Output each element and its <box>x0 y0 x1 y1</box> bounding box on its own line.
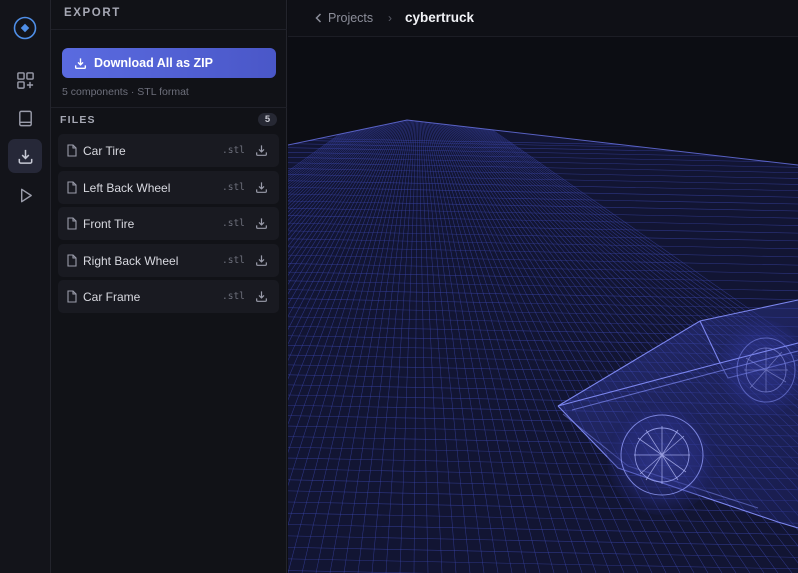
components-icon[interactable] <box>8 63 42 97</box>
download-all-label: Download All as ZIP <box>94 56 213 70</box>
breadcrumb: Projects › cybertruck <box>288 0 798 37</box>
file-name: Car Frame <box>83 290 141 304</box>
file-extension: .stl <box>222 145 245 156</box>
panel-title: EXPORT <box>64 7 121 19</box>
breadcrumb-current: cybertruck <box>405 10 475 25</box>
download-icon[interactable] <box>255 290 268 303</box>
export-icon[interactable] <box>8 139 42 173</box>
file-name: Right Back Wheel <box>83 253 179 268</box>
files-count-badge: 5 <box>258 113 277 126</box>
divider <box>51 29 287 30</box>
front-wheel <box>607 401 717 515</box>
file-icon <box>67 144 77 157</box>
download-icon[interactable] <box>255 181 268 194</box>
download-icon[interactable] <box>255 144 268 157</box>
file-name: Left Back Wheel <box>83 180 171 195</box>
logo-icon[interactable] <box>13 16 37 40</box>
app-window: EXPORT Download All as ZIP 5 components … <box>0 0 798 573</box>
file-icon <box>67 217 77 230</box>
file-extension: .stl <box>222 291 245 302</box>
file-row[interactable]: Car Tire .stl <box>58 134 279 167</box>
export-panel: EXPORT Download All as ZIP 5 components … <box>51 0 287 573</box>
file-icon <box>67 180 77 194</box>
docs-icon[interactable] <box>8 101 42 135</box>
download-all-button[interactable]: Download All as ZIP <box>62 48 276 78</box>
export-summary: 5 components · STL format <box>62 86 189 98</box>
download-icon[interactable] <box>255 254 268 267</box>
download-icon[interactable] <box>255 217 268 230</box>
file-row[interactable]: Car Frame .stl <box>58 280 279 313</box>
file-icon <box>67 290 77 303</box>
file-name: Front Tire <box>83 217 135 231</box>
file-list: Car Tire .stl Left Back Wheel .stl Front… <box>58 134 279 317</box>
file-row[interactable]: Right Back Wheel .stl <box>58 243 279 277</box>
divider <box>51 107 287 108</box>
download-icon <box>74 57 87 69</box>
play-icon[interactable] <box>8 178 42 212</box>
file-extension: .stl <box>222 218 245 229</box>
file-extension: .stl <box>222 254 245 266</box>
file-icon <box>67 253 77 267</box>
file-name: Car Tire <box>83 144 126 158</box>
chevron-left-icon[interactable] <box>314 12 323 24</box>
files-heading: FILES <box>60 114 96 126</box>
breadcrumb-separator: › <box>388 11 392 25</box>
main-area: Projects › cybertruck <box>288 0 798 573</box>
file-row[interactable]: Left Back Wheel .stl <box>58 170 279 204</box>
3d-viewport[interactable] <box>288 38 798 573</box>
breadcrumb-projects-link[interactable]: Projects <box>328 11 373 25</box>
icon-rail <box>0 0 51 573</box>
file-row[interactable]: Front Tire .stl <box>58 207 279 240</box>
file-extension: .stl <box>222 181 245 193</box>
